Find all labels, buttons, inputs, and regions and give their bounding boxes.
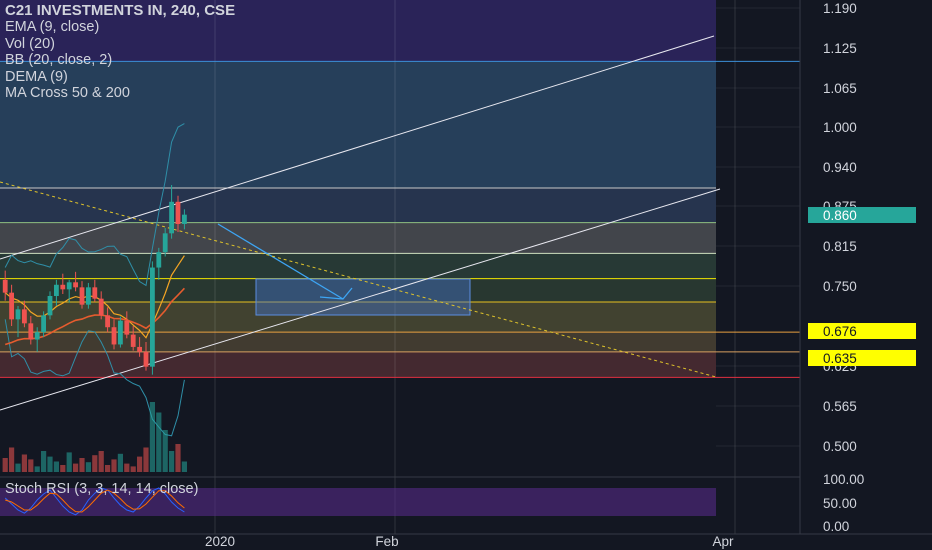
price-tick-label: 0.750 [823, 279, 857, 294]
time-tick-label: Apr [712, 534, 734, 549]
fib-zone [0, 222, 716, 254]
candle-body [2, 279, 8, 293]
chart-title: C21 INVESTMENTS IN, 240, CSE [5, 2, 236, 19]
volume-bar [143, 447, 149, 472]
candle-body [130, 334, 136, 347]
candle-body [156, 252, 162, 268]
candle-body [34, 332, 40, 340]
volume-bar [21, 454, 27, 472]
candle-body [28, 323, 34, 340]
candle-body [169, 201, 174, 234]
volume-bar [98, 451, 104, 472]
candle-body [111, 327, 117, 345]
volume-bar [117, 453, 123, 472]
volume-bar [9, 447, 15, 472]
candle-body [150, 267, 155, 367]
legend-dema[interactable]: DEMA (9) [5, 69, 235, 85]
volume-bar [79, 458, 85, 472]
legend-bollinger[interactable]: BB (20, close, 2) [5, 52, 235, 68]
candle-body [182, 214, 187, 224]
candle-body [92, 287, 98, 299]
volume-bar [53, 461, 59, 472]
price-tick-label: 1.000 [823, 120, 857, 135]
candle-body [175, 201, 181, 224]
price-label-text: 0.635 [823, 351, 857, 366]
price-label-text: 0.860 [823, 208, 857, 223]
volume-bar [175, 444, 181, 472]
fib-zone [0, 253, 716, 279]
time-axis: 2020 Feb Apr [205, 534, 734, 549]
projection-box [255, 278, 471, 316]
volume-bar [66, 452, 72, 472]
candle-body [22, 309, 27, 324]
candle-body [143, 351, 149, 367]
candle-body [118, 320, 123, 345]
volume-bar [34, 466, 40, 472]
volume-bar [92, 455, 98, 472]
candle-body [105, 315, 110, 328]
stoch-axis: 100.00 50.00 0.00 [823, 472, 864, 534]
volume-bar [162, 430, 168, 472]
volume-bar [73, 463, 79, 472]
legend-volume[interactable]: Vol (20) [5, 36, 235, 52]
price-tick-label: 1.125 [823, 41, 857, 56]
legend-ma-cross[interactable]: MA Cross 50 & 200 [5, 85, 235, 101]
candle-body [15, 309, 21, 320]
candle-body [54, 284, 59, 296]
fib-zone [0, 188, 716, 223]
price-axis: 1.1901.1251.0651.0000.9400.8750.8150.750… [823, 1, 857, 454]
volume-bars [2, 402, 187, 472]
volume-bar [15, 463, 21, 472]
price-label-text: 0.676 [823, 324, 857, 339]
volume-bar [28, 459, 34, 472]
volume-bar [47, 456, 53, 472]
volume-bar [169, 451, 175, 472]
candle-body [98, 298, 104, 316]
time-tick-label: 2020 [205, 534, 235, 549]
volume-bar [137, 456, 143, 472]
candle-body [137, 346, 142, 352]
time-tick-label: Feb [375, 534, 398, 549]
price-tick-label: 0.815 [823, 239, 857, 254]
volume-bar [2, 458, 8, 472]
candle-body [73, 282, 78, 288]
candle-body [66, 282, 72, 290]
stoch-tick-label: 0.00 [823, 519, 849, 534]
candle-body [9, 292, 14, 320]
stoch-tick-label: 100.00 [823, 472, 864, 487]
price-tick-label: 0.565 [823, 399, 857, 414]
volume-bar [105, 465, 111, 472]
volume-bar [149, 402, 155, 472]
candle-body [47, 296, 53, 316]
legend-ema[interactable]: EMA (9, close) [5, 19, 235, 35]
chart-legend: C21 INVESTMENTS IN, 240, CSE EMA (9, clo… [5, 2, 236, 101]
stoch-rsi-legend[interactable]: Stoch RSI (3, 3, 14, 14, close) [5, 481, 198, 497]
fib-zone [0, 332, 716, 352]
candle-body [86, 287, 91, 305]
candle-body [41, 315, 46, 333]
price-tick-label: 0.500 [823, 439, 857, 454]
candle-body [79, 287, 85, 305]
price-tick-label: 0.940 [823, 160, 857, 175]
volume-bar [124, 463, 130, 472]
candle-body [60, 284, 66, 290]
volume-bar [156, 412, 162, 472]
volume-bar [60, 465, 66, 472]
price-tick-label: 1.190 [823, 1, 857, 16]
candle-body [162, 233, 168, 253]
stoch-tick-label: 50.00 [823, 496, 857, 511]
volume-bar [181, 461, 187, 472]
candle-body [124, 320, 130, 335]
price-tick-label: 1.065 [823, 81, 857, 96]
volume-bar [130, 466, 136, 472]
volume-bar [85, 462, 91, 472]
volume-bar [111, 459, 117, 472]
volume-bar [41, 451, 47, 472]
